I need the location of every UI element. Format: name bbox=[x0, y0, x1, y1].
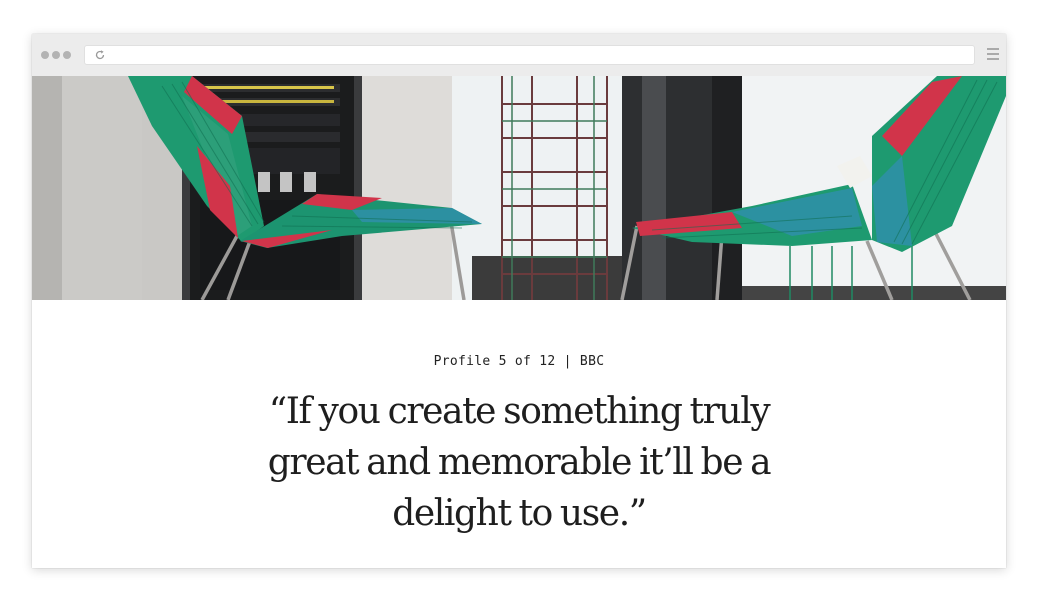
browser-toolbar bbox=[32, 34, 1006, 76]
close-dot[interactable] bbox=[41, 51, 49, 59]
hero-image bbox=[32, 76, 1006, 300]
minimize-dot[interactable] bbox=[52, 51, 60, 59]
address-bar[interactable] bbox=[84, 45, 975, 65]
reload-icon[interactable] bbox=[94, 49, 106, 61]
window-controls bbox=[41, 51, 71, 59]
profile-content: Profile 5 of 12 | BBC “If you create som… bbox=[32, 300, 1006, 568]
maximize-dot[interactable] bbox=[63, 51, 71, 59]
browser-window: Profile 5 of 12 | BBC “If you create som… bbox=[32, 34, 1006, 568]
chairs-photo bbox=[32, 76, 1006, 300]
profile-counter: Profile 5 of 12 | BBC bbox=[433, 354, 605, 369]
profile-quote: “If you create something truly great and… bbox=[267, 391, 772, 534]
hamburger-menu-icon[interactable] bbox=[987, 48, 999, 60]
